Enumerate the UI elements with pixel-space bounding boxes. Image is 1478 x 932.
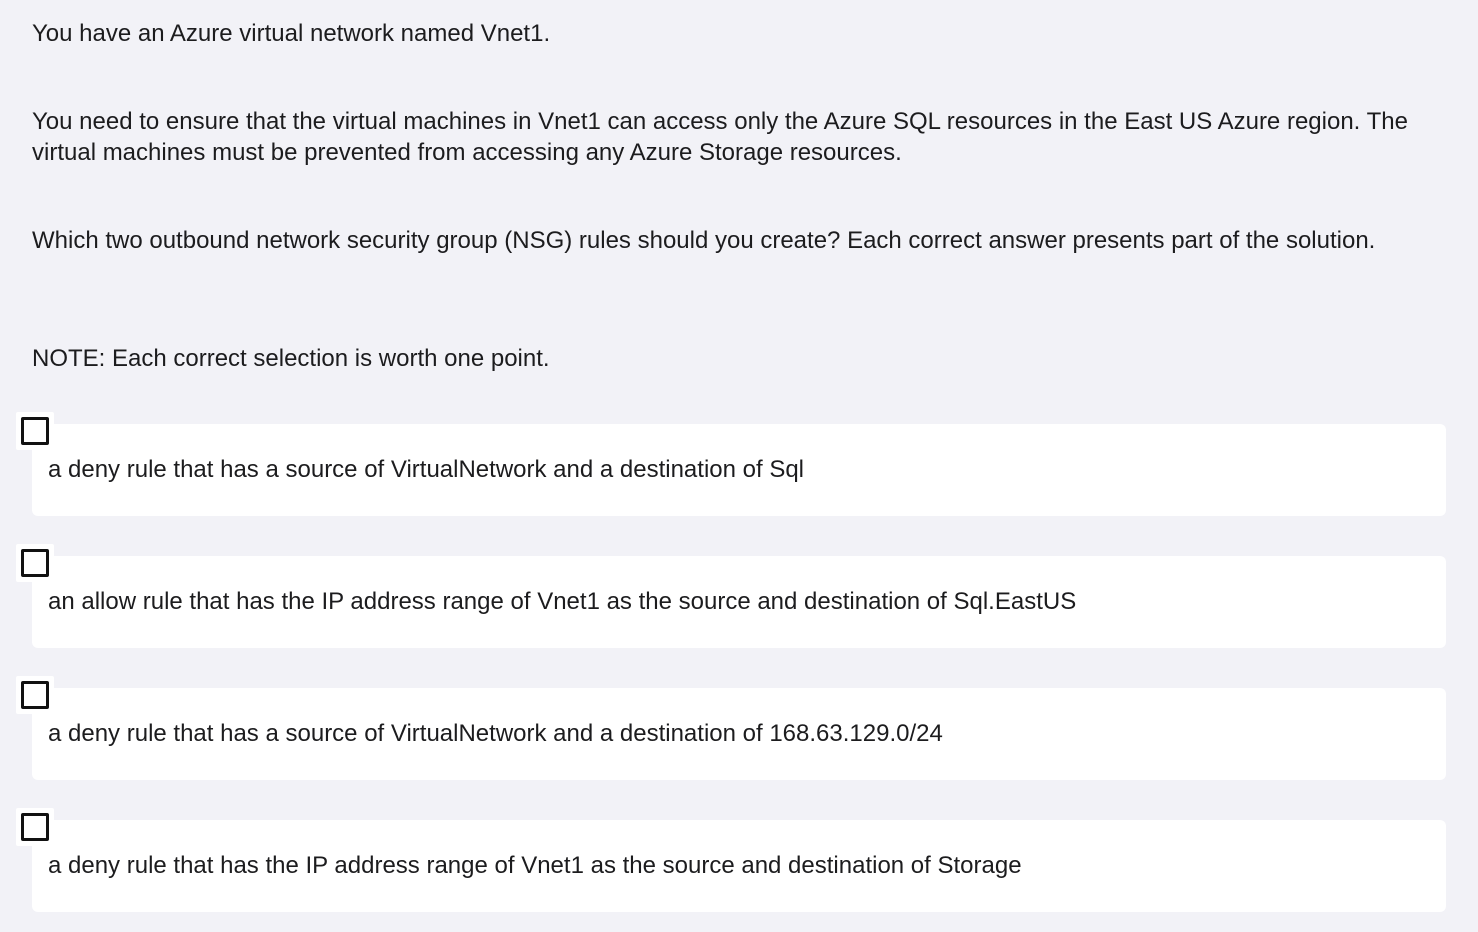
checkbox-square-icon bbox=[21, 813, 49, 841]
answer-checkbox-2[interactable] bbox=[16, 544, 54, 582]
question-paragraph-2: You need to ensure that the virtual mach… bbox=[32, 108, 1408, 166]
answer-option-3[interactable]: a deny rule that has a source of Virtual… bbox=[16, 676, 1446, 784]
answer-option-label: an allow rule that has the IP address ra… bbox=[48, 588, 1077, 615]
answer-option-1[interactable]: a deny rule that has a source of Virtual… bbox=[16, 412, 1446, 520]
answer-option-card[interactable]: a deny rule that has the IP address rang… bbox=[32, 820, 1446, 912]
answer-checkbox-4[interactable] bbox=[16, 808, 54, 846]
answer-option-card[interactable]: an allow rule that has the IP address ra… bbox=[32, 556, 1446, 648]
answer-option-card[interactable]: a deny rule that has a source of Virtual… bbox=[32, 688, 1446, 780]
answer-checkbox-3[interactable] bbox=[16, 676, 54, 714]
answer-checkbox-1[interactable] bbox=[16, 412, 54, 450]
answer-option-label: a deny rule that has a source of Virtual… bbox=[48, 720, 943, 747]
answer-option-2[interactable]: an allow rule that has the IP address ra… bbox=[16, 544, 1446, 652]
checkbox-square-icon bbox=[21, 549, 49, 577]
answer-option-label: a deny rule that has a source of Virtual… bbox=[48, 456, 805, 483]
checkbox-square-icon bbox=[21, 681, 49, 709]
answer-option-4[interactable]: a deny rule that has the IP address rang… bbox=[16, 808, 1446, 916]
answer-option-card[interactable]: a deny rule that has a source of Virtual… bbox=[32, 424, 1446, 516]
answer-option-label: a deny rule that has the IP address rang… bbox=[48, 852, 1022, 879]
checkbox-square-icon bbox=[21, 417, 49, 445]
question-paragraph-1: You have an Azure virtual network named … bbox=[32, 20, 551, 47]
question-note: NOTE: Each correct selection is worth on… bbox=[32, 345, 550, 372]
question-paragraph-3: Which two outbound network security grou… bbox=[32, 227, 1376, 254]
